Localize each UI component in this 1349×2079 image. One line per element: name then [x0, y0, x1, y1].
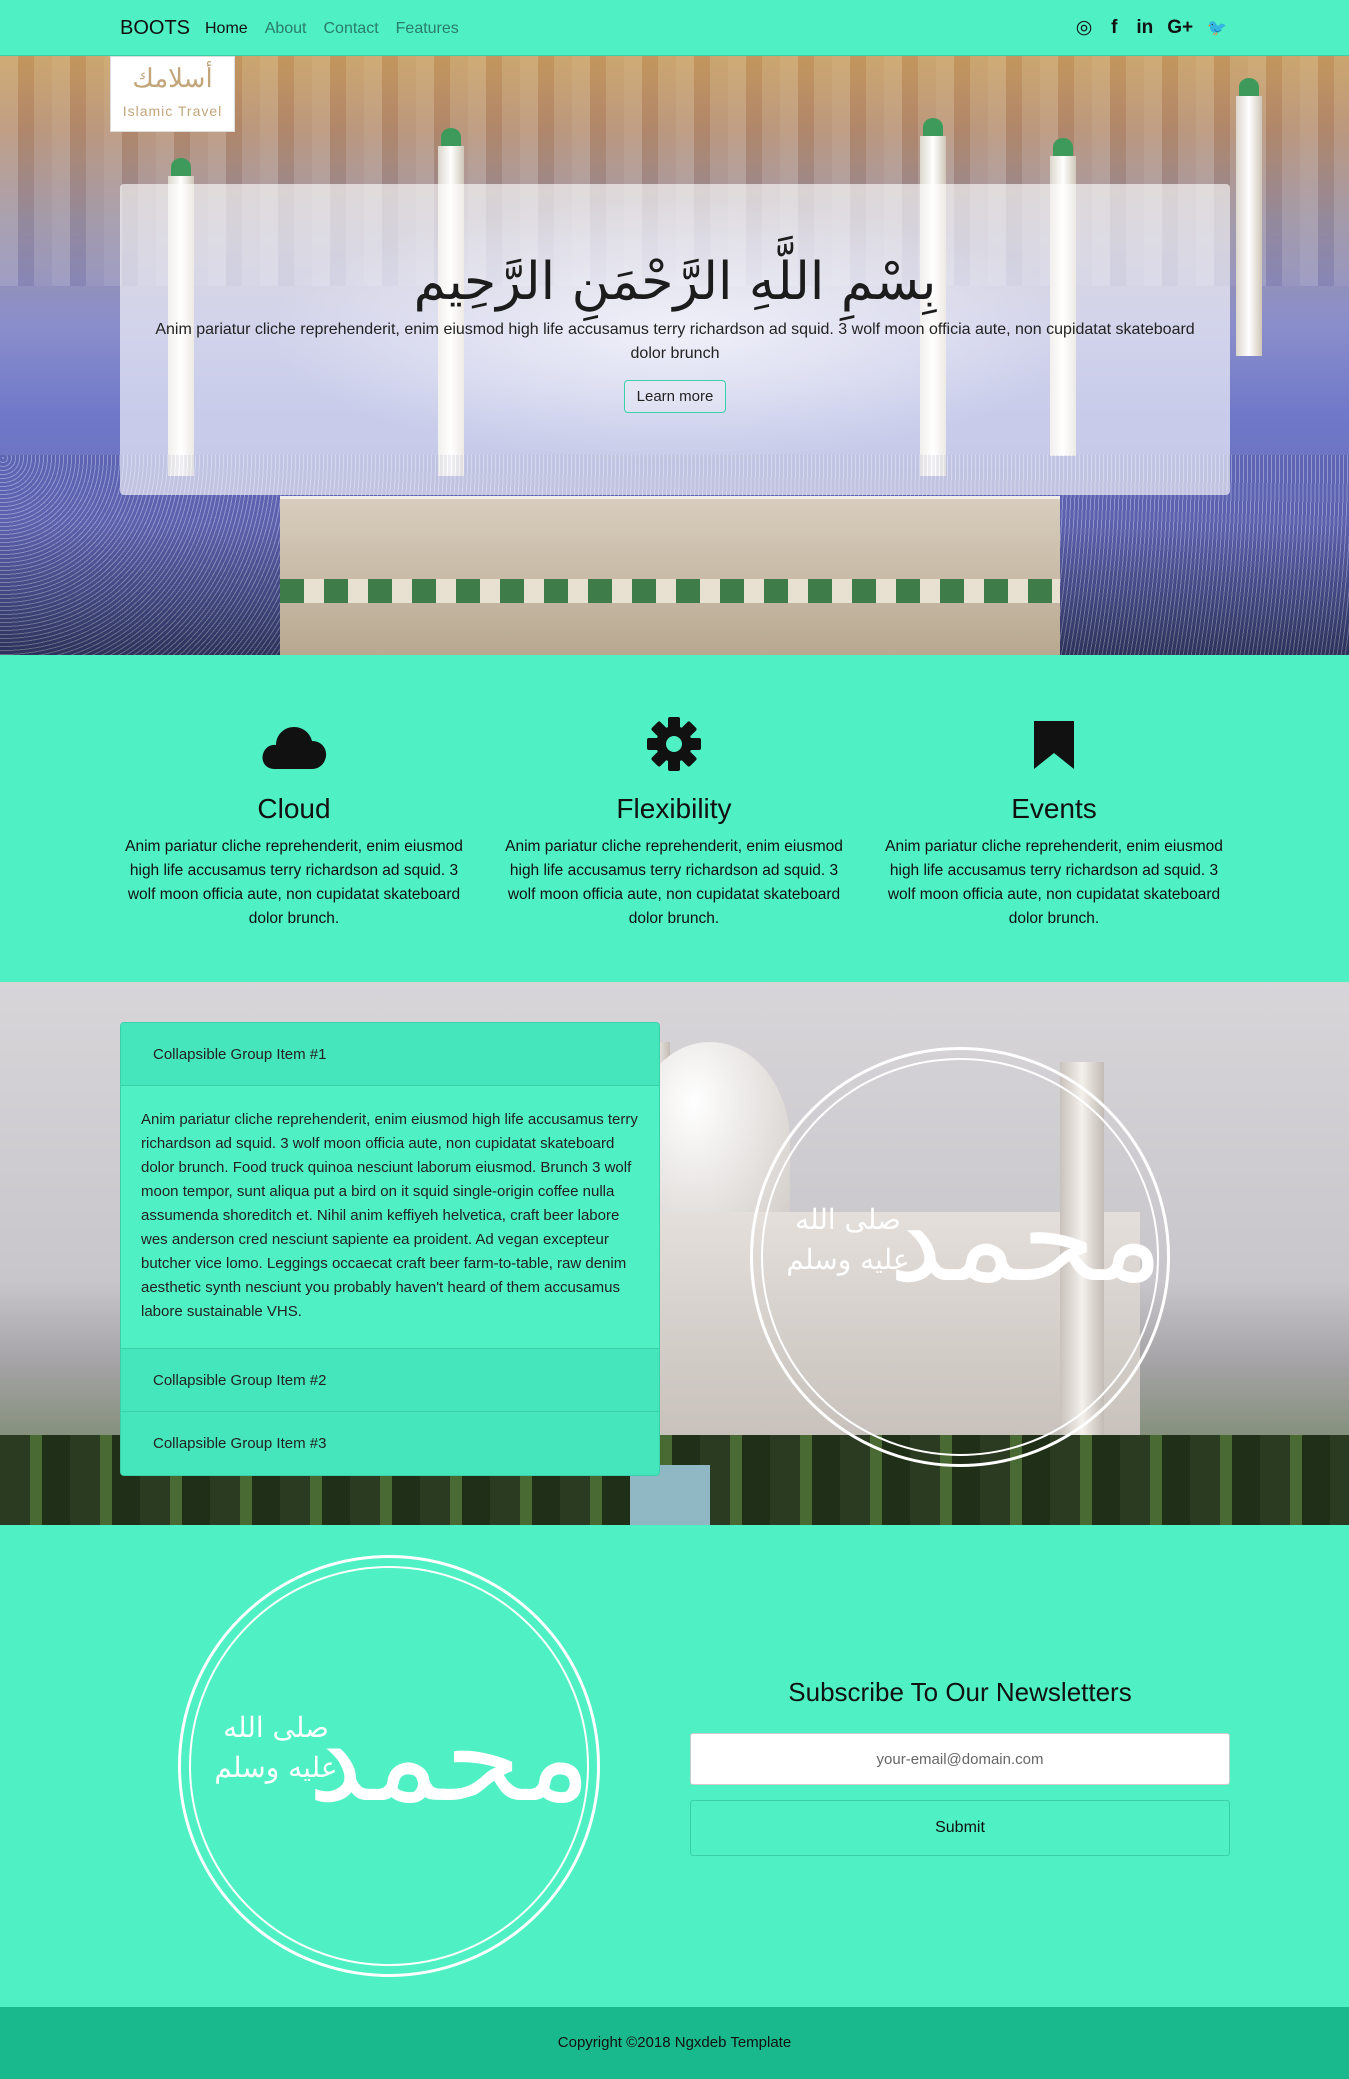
accordion-item-3-header[interactable]: Collapsible Group Item #3 — [121, 1412, 659, 1475]
twitter-icon[interactable]: 🐦 — [1207, 18, 1227, 38]
feature-text: Anim pariatur cliche reprehenderit, enim… — [885, 838, 1223, 927]
learn-more-button[interactable]: Learn more — [623, 380, 727, 413]
features-section: Cloud Anim pariatur cliche reprehenderit… — [0, 655, 1349, 982]
hero-title: بِسْمِ اللَّهِ الرَّحْمَنِ الرَّحِيم — [413, 252, 937, 312]
email-field[interactable] — [690, 1733, 1230, 1785]
bookmark-icon — [1034, 721, 1074, 769]
calligraphy-name: محمد — [307, 1686, 591, 1830]
accordion-item-1-body: Anim pariatur cliche reprehenderit, enim… — [121, 1086, 659, 1349]
minaret-image — [1236, 78, 1262, 356]
submit-button[interactable]: Submit — [690, 1800, 1230, 1856]
feature-cloud: Cloud Anim pariatur cliche reprehenderit… — [116, 715, 472, 931]
accordion-item-1-header[interactable]: Collapsible Group Item #1 — [121, 1023, 659, 1086]
feature-text: Anim pariatur cliche reprehenderit, enim… — [505, 838, 843, 927]
accordion-item-2-header[interactable]: Collapsible Group Item #2 — [121, 1349, 659, 1412]
calligraphy-seal: محمد صلى الله عليه وسلم — [750, 1047, 1170, 1467]
feature-title: Events — [1011, 793, 1097, 824]
nav-link-contact[interactable]: Contact — [324, 20, 379, 38]
gear-icon — [647, 717, 701, 771]
hero-jumbotron: بِسْمِ اللَّهِ الرَّحْمَنِ الرَّحِيم Ani… — [120, 184, 1230, 495]
google-plus-icon[interactable]: G+ — [1167, 17, 1193, 39]
nav-link-features[interactable]: Features — [396, 20, 459, 38]
cloud-icon — [262, 727, 327, 769]
feature-title: Flexibility — [616, 793, 732, 824]
social-links: ◎ f in G+ 🐦 — [1076, 16, 1227, 39]
feature-flexibility: Flexibility Anim pariatur cliche reprehe… — [496, 715, 852, 931]
github-icon[interactable]: ◎ — [1076, 16, 1093, 39]
mosque-courtyard — [280, 496, 1060, 655]
feature-events: Events Anim pariatur cliche reprehenderi… — [876, 715, 1232, 931]
feature-title: Cloud — [257, 793, 331, 824]
nav-links: Home About Contact Features — [205, 20, 459, 38]
logo-arabic-text: أسلامك — [132, 64, 213, 94]
calligraphy-seal: محمد صلى الله عليه وسلم — [178, 1555, 600, 1977]
linkedin-icon[interactable]: in — [1136, 17, 1153, 39]
copyright-text: Copyright ©2018 Ngxdeb Template — [557, 2034, 792, 2051]
calligraphy-salawat: صلى الله عليه وسلم — [214, 1711, 338, 1784]
hero-lead: Anim pariatur cliche reprehenderit, enim… — [155, 321, 1195, 362]
newsletter-section: محمد صلى الله عليه وسلم Subscribe To Our… — [0, 1525, 1349, 2007]
accordion: Collapsible Group Item #1 Anim pariatur … — [120, 1022, 660, 1476]
brand[interactable]: BOOTS — [120, 17, 190, 40]
feature-text: Anim pariatur cliche reprehenderit, enim… — [125, 838, 463, 927]
site-logo[interactable]: أسلامك Islamic Travel — [110, 56, 235, 132]
newsletter-title: Subscribe To Our Newsletters — [788, 1677, 1132, 1707]
calligraphy-salawat: صلى الله عليه وسلم — [786, 1203, 910, 1276]
calligraphy-name: محمد — [888, 1170, 1163, 1309]
navbar: BOOTS Home About Contact Features ◎ f in… — [0, 0, 1349, 56]
logo-english-text: Islamic Travel — [122, 103, 223, 119]
nav-link-about[interactable]: About — [265, 20, 307, 38]
footer: Copyright ©2018 Ngxdeb Template — [0, 2007, 1349, 2079]
facebook-icon[interactable]: f — [1106, 17, 1122, 39]
nav-link-home[interactable]: Home — [205, 20, 248, 38]
